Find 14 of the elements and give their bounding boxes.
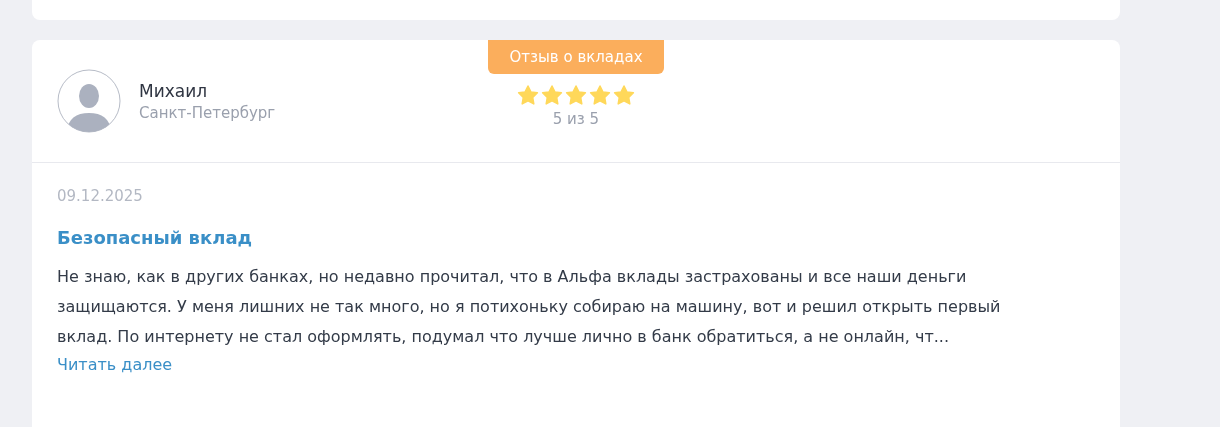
star-icon: [613, 84, 635, 106]
star-icon: [541, 84, 563, 106]
category-badge: Отзыв о вкладах: [488, 40, 664, 74]
review-text: Не знаю, как в других банках, но недавно прочитал, что в Альфа вклады застрахованы и все наши деньги защищаются. У меня лишних не так много, но я потихоньку собираю на машину, вот и решил открыть первый вклад. По интернету не стал оформлять, подумал что лучше лично в банк обратиться, а не онлайн, чт...: [57, 266, 1002, 348]
review-title: Безопасный вклад: [57, 227, 253, 248]
avatar-icon: [57, 69, 121, 133]
star-icon: [565, 84, 587, 106]
review-date: 09.12.2025: [57, 187, 143, 205]
author-name: Михаил: [139, 80, 209, 101]
rating-text: 5 из 5: [552, 110, 600, 128]
author-city: Санкт-Петербург: [139, 103, 276, 122]
read-more-link[interactable]: Читать далее: [57, 352, 173, 378]
star-icon: [589, 84, 611, 106]
star-icon: [517, 84, 539, 106]
